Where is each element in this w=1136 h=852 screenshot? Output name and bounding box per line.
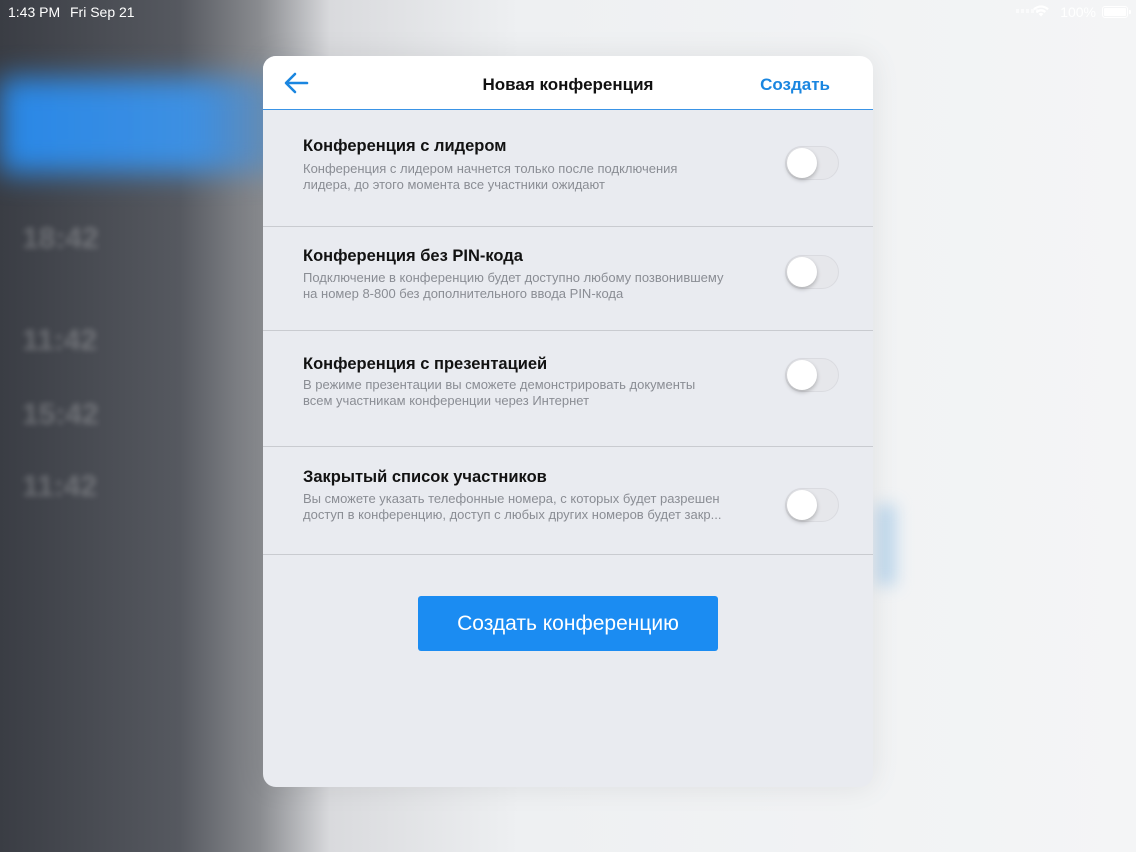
- battery-icon: [1102, 6, 1131, 18]
- leader-toggle[interactable]: [785, 146, 839, 180]
- blurred-text: 15:42: [22, 398, 99, 431]
- toggle-knob: [787, 148, 817, 178]
- toggle-knob: [787, 490, 817, 520]
- option-title: Конференция с презентацией: [303, 355, 548, 373]
- option-title: Закрытый список участников: [303, 468, 547, 486]
- battery-percent: 100%: [1060, 4, 1096, 20]
- option-description-line: Подключение в конференцию будет доступно…: [303, 270, 724, 285]
- blurred-text: 11:42: [22, 470, 98, 503]
- option-title: Конференция с лидером: [303, 137, 507, 155]
- blurred-text: 11:42: [22, 324, 98, 357]
- navigation-bar: Новая конференция Создать: [263, 56, 873, 110]
- new-conference-modal: Новая конференция Создать Конференция с …: [263, 56, 873, 787]
- divider: [263, 554, 873, 555]
- option-description-line: на номер 8-800 без дополнительного ввода…: [303, 286, 624, 301]
- status-bar: 1:43 PM Fri Sep 21 100%: [0, 0, 1136, 24]
- no-pin-toggle[interactable]: [785, 255, 839, 289]
- option-description: Конференция с лидером начнется только по…: [303, 161, 773, 193]
- toggle-knob: [787, 360, 817, 390]
- blurred-text: 18:42: [22, 222, 99, 255]
- option-description-line: лидера, до этого момента все участники о…: [303, 177, 605, 192]
- status-time: 1:43 PM: [8, 4, 61, 20]
- option-description-line: доступ в конференцию, доступ с любых дру…: [303, 507, 722, 522]
- status-date: Fri Sep 21: [70, 4, 135, 20]
- option-presentation-conference: Конференция с презентацией В режиме през…: [263, 331, 873, 446]
- closed-list-toggle[interactable]: [785, 488, 839, 522]
- create-nav-button[interactable]: Создать: [760, 75, 830, 95]
- wifi-icon: [1033, 5, 1049, 17]
- presentation-toggle[interactable]: [785, 358, 839, 392]
- option-no-pin-conference: Конференция без PIN-кода Подключение в к…: [263, 227, 873, 330]
- option-description: Подключение в конференцию будет доступно…: [303, 270, 773, 302]
- option-closed-participants: Закрытый список участников Вы сможете ук…: [263, 447, 873, 554]
- option-leader-conference: Конференция с лидером Конференция с лиде…: [263, 110, 873, 227]
- option-description-line: В режиме презентации вы сможете демонстр…: [303, 377, 696, 392]
- create-conference-button[interactable]: Создать конференцию: [418, 596, 718, 651]
- option-description-line: Конференция с лидером начнется только по…: [303, 161, 678, 176]
- option-description: В режиме презентации вы сможете демонстр…: [303, 377, 773, 409]
- toggle-knob: [787, 257, 817, 287]
- blurred-shape: [876, 505, 896, 585]
- option-description-line: Вы сможете указать телефонные номера, с …: [303, 491, 720, 506]
- option-title: Конференция без PIN-кода: [303, 247, 523, 265]
- option-description: Вы сможете указать телефонные номера, с …: [303, 491, 773, 523]
- option-description-line: всем участникам конференции через Интерн…: [303, 393, 590, 408]
